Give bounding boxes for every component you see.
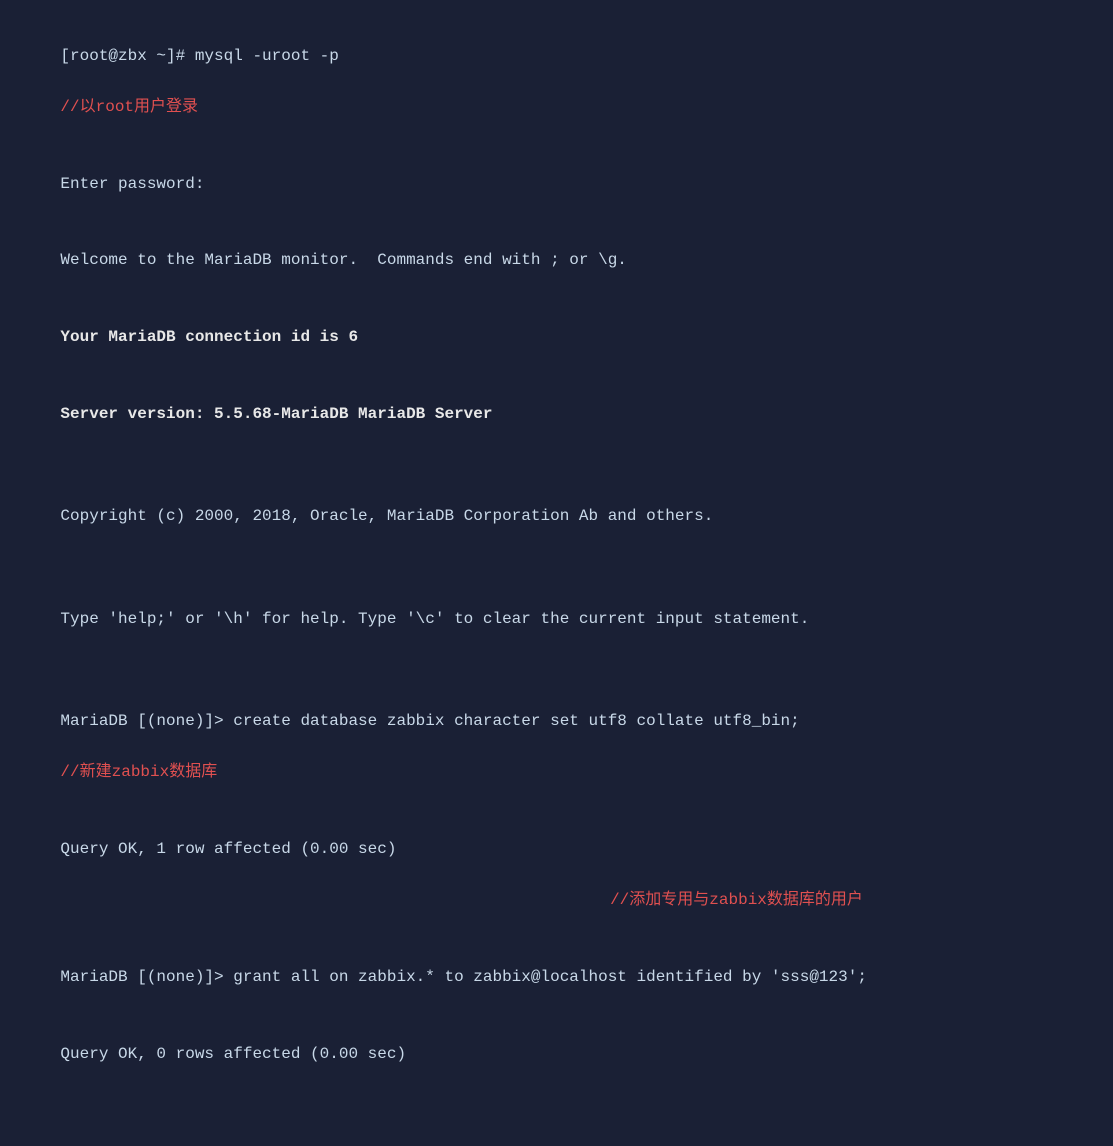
line4-text: Your MariaDB connection id is 6	[60, 328, 358, 346]
line12-text: Query OK, 1 row affected (0.00 sec)	[60, 840, 396, 858]
terminal-line-3: Welcome to the MariaDB monitor. Commands…	[22, 223, 1091, 300]
line11-text: MariaDB [(none)]> create database zabbix…	[60, 712, 799, 730]
line3-text: Welcome to the MariaDB monitor. Commands…	[60, 251, 627, 269]
line9-text: Type 'help;' or '\h' for help. Type '\c'…	[60, 610, 809, 628]
terminal-line-10-empty	[22, 658, 1091, 684]
terminal-line-9: Type 'help;' or '\h' for help. Type '\c'…	[22, 581, 1091, 658]
line1-text: [root@zbx ~]# mysql -uroot -p	[60, 47, 338, 65]
terminal-line-7: Copyright (c) 2000, 2018, Oracle, MariaD…	[22, 479, 1091, 556]
terminal-line-14-empty	[22, 914, 1091, 940]
terminal-line-13: //添加专用与zabbix数据库的用户	[22, 888, 1091, 914]
terminal-line-2: Enter password:	[22, 146, 1091, 223]
terminal-line-18: MariaDB [(none)]> quit	[22, 1119, 1091, 1146]
line11-comment: //新建zabbix数据库	[60, 763, 217, 781]
line16-text: Query OK, 0 rows affected (0.00 sec)	[60, 1045, 406, 1063]
terminal-line-16: Query OK, 0 rows affected (0.00 sec)	[22, 1016, 1091, 1093]
terminal-line-11: MariaDB [(none)]> create database zabbix…	[22, 683, 1091, 811]
terminal-line-1: [root@zbx ~]# mysql -uroot -p //以root用户登…	[22, 18, 1091, 146]
line7-text: Copyright (c) 2000, 2018, Oracle, MariaD…	[60, 507, 713, 525]
terminal-line-12: Query OK, 1 row affected (0.00 sec)	[22, 811, 1091, 888]
terminal-line-17-empty	[22, 1093, 1091, 1119]
line2-text: Enter password:	[60, 175, 204, 193]
line5-text: Server version: 5.5.68-MariaDB MariaDB S…	[60, 405, 492, 423]
terminal-line-15: MariaDB [(none)]> grant all on zabbix.* …	[22, 939, 1091, 1016]
line15-text: MariaDB [(none)]> grant all on zabbix.* …	[60, 968, 867, 986]
terminal-window: [root@zbx ~]# mysql -uroot -p //以root用户登…	[0, 0, 1113, 573]
terminal-line-6-empty	[22, 453, 1091, 479]
terminal-line-4: Your MariaDB connection id is 6	[22, 300, 1091, 377]
line1-comment: //以root用户登录	[60, 98, 198, 116]
line13-comment: //添加专用与zabbix数据库的用户	[610, 888, 863, 914]
terminal-line-8-empty	[22, 555, 1091, 581]
terminal-line-5: Server version: 5.5.68-MariaDB MariaDB S…	[22, 376, 1091, 453]
